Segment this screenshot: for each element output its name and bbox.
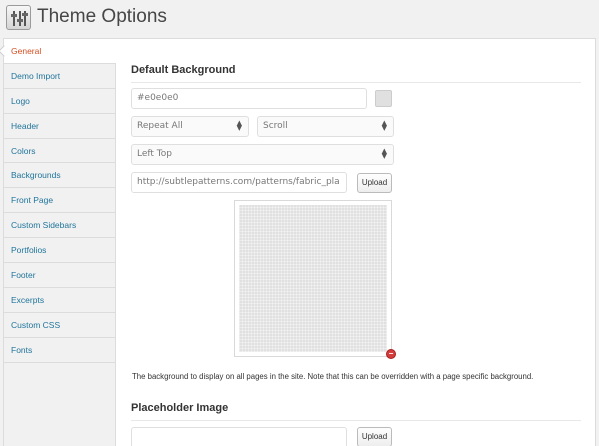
section-title: Default Background bbox=[131, 64, 236, 76]
sidebar-item-front-page[interactable]: Front Page bbox=[4, 188, 115, 214]
sidebar-item-custom-css[interactable]: Custom CSS bbox=[4, 313, 115, 338]
remove-image-icon[interactable]: − bbox=[386, 349, 396, 359]
background-color-input[interactable]: #e0e0e0 bbox=[131, 88, 367, 109]
sidebar-item-label: Footer bbox=[11, 270, 36, 281]
sidebar-item-label: Colors bbox=[11, 145, 36, 156]
select-arrows-icon: ▲ ▼ bbox=[381, 147, 387, 160]
repeat-select-value: Repeat All bbox=[137, 121, 183, 131]
background-preview bbox=[234, 200, 392, 357]
sidebar-item-colors[interactable]: Colors bbox=[4, 139, 115, 164]
sidebar-item-excerpts[interactable]: Excerpts bbox=[4, 288, 115, 313]
sidebar-item-general[interactable]: General bbox=[0, 39, 116, 64]
placeholder-image-url-input[interactable] bbox=[131, 427, 347, 446]
sidebar-item-label: Demo Import bbox=[11, 70, 61, 81]
sidebar-item-fonts[interactable]: Fonts bbox=[4, 338, 115, 363]
sidebar-item-label: Custom Sidebars bbox=[11, 220, 77, 231]
settings-icon bbox=[6, 5, 31, 30]
sidebar-item-footer[interactable]: Footer bbox=[4, 263, 115, 288]
background-pattern-image bbox=[239, 205, 387, 352]
repeat-select[interactable]: Repeat All ▲ ▼ bbox=[131, 116, 249, 137]
sidebar-item-label: Excerpts bbox=[11, 294, 45, 305]
position-select-value: Left Top bbox=[137, 149, 172, 159]
sidebar-item-label: Fonts bbox=[11, 344, 33, 355]
page-header: Theme Options bbox=[0, 0, 599, 38]
color-picker-swatch[interactable] bbox=[375, 90, 392, 107]
active-arrow-icon bbox=[0, 45, 10, 57]
sidebar-item-label: General bbox=[11, 46, 42, 56]
sidebar-item-demo-import[interactable]: Demo Import bbox=[4, 64, 115, 89]
sidebar-item-label: Header bbox=[11, 120, 39, 131]
select-arrows-icon: ▲ ▼ bbox=[381, 119, 387, 132]
upload-button[interactable]: Upload bbox=[357, 173, 392, 193]
background-image-url-input[interactable]: http://subtlepatterns.com/patterns/fabri… bbox=[131, 172, 347, 193]
attachment-select[interactable]: Scroll ▲ ▼ bbox=[257, 116, 394, 137]
section-divider bbox=[131, 420, 581, 421]
options-panel: General Demo Import Logo Header Colors B… bbox=[0, 38, 596, 446]
section-title: Placeholder Image bbox=[131, 402, 229, 414]
sidebar-item-custom-sidebars[interactable]: Custom Sidebars bbox=[4, 213, 115, 239]
section-divider bbox=[131, 82, 581, 83]
sidebar-item-portfolios[interactable]: Portfolios bbox=[4, 238, 115, 264]
sidebar-item-backgrounds[interactable]: Backgrounds bbox=[4, 163, 115, 189]
sidebar-item-header[interactable]: Header bbox=[4, 114, 115, 139]
position-select[interactable]: Left Top ▲ ▼ bbox=[131, 144, 394, 165]
placeholder-image-section: Placeholder Image bbox=[131, 402, 581, 421]
page-title: Theme Options bbox=[37, 6, 167, 27]
select-arrows-icon: ▲ ▼ bbox=[236, 119, 242, 132]
sidebar-item-label: Custom CSS bbox=[11, 319, 61, 330]
sidebar-item-label: Front Page bbox=[11, 195, 54, 206]
options-sidebar: General Demo Import Logo Header Colors B… bbox=[0, 39, 116, 446]
sidebar-item-label: Backgrounds bbox=[11, 170, 61, 181]
placeholder-upload-button[interactable]: Upload bbox=[357, 427, 392, 446]
sidebar-item-label: Logo bbox=[11, 95, 30, 106]
background-description: The background to display on all pages i… bbox=[132, 372, 534, 381]
sidebar-item-logo[interactable]: Logo bbox=[4, 89, 115, 114]
default-background-section: Default Background bbox=[131, 64, 581, 83]
attachment-select-value: Scroll bbox=[263, 121, 288, 131]
sidebar-item-label: Portfolios bbox=[11, 245, 47, 256]
